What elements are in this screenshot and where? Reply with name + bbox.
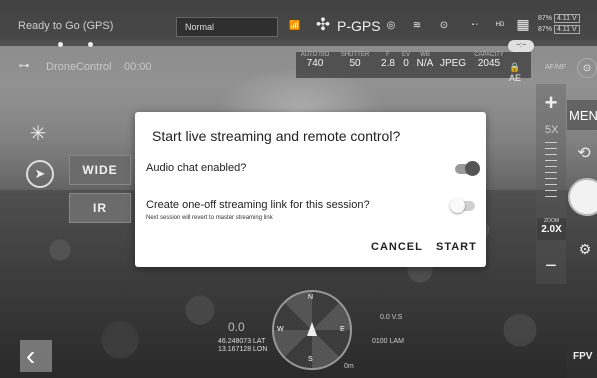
rc-signal-icon: 📶	[289, 19, 301, 30]
drone-icon: ✣	[315, 15, 331, 34]
zoom-level: 5X	[545, 124, 559, 136]
mode-box[interactable]: Normal	[176, 17, 278, 37]
ev-col: EV 0	[398, 52, 414, 69]
mode-label: Normal	[185, 22, 215, 32]
chevron-left-icon: ‹	[26, 340, 36, 371]
af-mf-toggle[interactable]: AF/MF	[545, 64, 566, 71]
shutter-col: SHUTTER 50	[336, 52, 374, 69]
streaming-link-toggle-knob	[450, 198, 465, 213]
record-timer: 00:00	[124, 61, 152, 73]
f-col: F 2.8	[378, 52, 398, 69]
fpv-button[interactable]: FPV	[573, 351, 592, 362]
speed-value: 0.0	[228, 320, 245, 334]
longitude: 13.167128 LON	[218, 346, 268, 353]
streaming-link-label: Create one-off streaming link for this s…	[146, 199, 370, 211]
drone-small-icon: ⊶	[18, 59, 30, 72]
switch-camera-icon[interactable]: ⟲	[572, 141, 596, 165]
sd-icon: ▪ ▫	[472, 22, 478, 28]
compass-w: W	[277, 326, 284, 333]
latitude: 46.248073 LAT	[218, 338, 266, 345]
sun-exposure-icon[interactable]: ✳	[26, 121, 50, 145]
hd-icon: HD	[495, 22, 505, 28]
navigate-arrow-icon[interactable]: ➤	[26, 160, 54, 188]
compass: N E S W	[272, 290, 352, 370]
focus-target-icon[interactable]: ⊙	[577, 58, 597, 78]
back-button[interactable]: ‹	[20, 340, 52, 372]
format-value: JPEG	[439, 58, 467, 69]
capacity-value: 2045	[477, 58, 501, 69]
page-dot-1	[58, 42, 63, 47]
page-dot-2	[88, 42, 93, 47]
battery-top: 87% 4.11 V	[538, 14, 580, 23]
format-col: JPEG	[438, 52, 468, 69]
flight-mode[interactable]: P-GPS	[337, 18, 381, 34]
wide-button[interactable]: WIDE	[69, 155, 131, 185]
battery-list-icon: ▦	[516, 15, 530, 32]
compass-n: N	[308, 294, 314, 301]
iso-value: 740	[306, 58, 324, 69]
camera-settings-slider-icon[interactable]: ⚙	[574, 238, 596, 260]
cancel-button[interactable]: CANCEL	[371, 241, 423, 253]
streaming-link-note: Next session will revert to master strea…	[146, 215, 273, 221]
app-name: DroneControl	[46, 61, 112, 73]
shutter-value: 50	[349, 58, 361, 69]
f-value: 2.8	[381, 58, 395, 69]
ev-value: 0	[403, 58, 409, 69]
streaming-dialog: Start live streaming and remote control?…	[135, 112, 486, 267]
altitude-value: 0100 LAM	[372, 338, 404, 345]
start-button[interactable]: START	[436, 241, 477, 253]
ir-button[interactable]: IR	[69, 193, 131, 223]
zoom-ticks	[545, 142, 557, 202]
compass-s: S	[308, 356, 313, 363]
dialog-title: Start live streaming and remote control?	[152, 128, 401, 144]
collapse-handle[interactable]: −:−	[508, 40, 534, 52]
wb-value: N/A	[416, 58, 434, 69]
compass-e: E	[340, 326, 345, 333]
ready-status[interactable]: Ready to Go (GPS)	[18, 20, 113, 32]
iso-col: AUTO ISO 740	[298, 52, 332, 69]
fpv-panel[interactable]: FPV	[567, 333, 597, 378]
camera-params[interactable]: AUTO ISO 740 SHUTTER 50 F 2.8 EV 0 WB N/…	[296, 52, 531, 83]
streaming-link-toggle[interactable]	[450, 198, 475, 213]
audio-chat-toggle-knob	[465, 161, 480, 176]
zoom-out-icon[interactable]: −	[540, 255, 562, 277]
ae-lock[interactable]: 🔒AE	[509, 62, 531, 83]
lock-icon: 🔒	[509, 62, 521, 72]
camera-settings-icon[interactable]: ◎	[384, 18, 398, 32]
audio-chat-label: Audio chat enabled?	[146, 162, 247, 174]
zoom-in-icon[interactable]: +	[540, 90, 562, 115]
distance-value: 0m	[344, 363, 354, 370]
capacity-col: CAPACITY 2045	[472, 52, 506, 69]
vs-value: 0.0 V.S	[380, 314, 403, 321]
battery-bottom: 87% 4.11 V	[538, 25, 580, 34]
wb-col: WB N/A	[414, 52, 436, 69]
menu-panel[interactable]: MENU	[567, 100, 597, 130]
aircraft-heading-icon	[307, 322, 317, 336]
gps-icon: ⊙	[439, 19, 449, 31]
audio-chat-toggle[interactable]	[455, 161, 480, 176]
zoom-indicator: ZOOM 2.0X	[537, 218, 566, 240]
menu-button[interactable]: MENU	[569, 108, 597, 123]
zoom-value: 2.0X	[541, 224, 562, 235]
wifi-icon: ≋	[412, 19, 422, 31]
